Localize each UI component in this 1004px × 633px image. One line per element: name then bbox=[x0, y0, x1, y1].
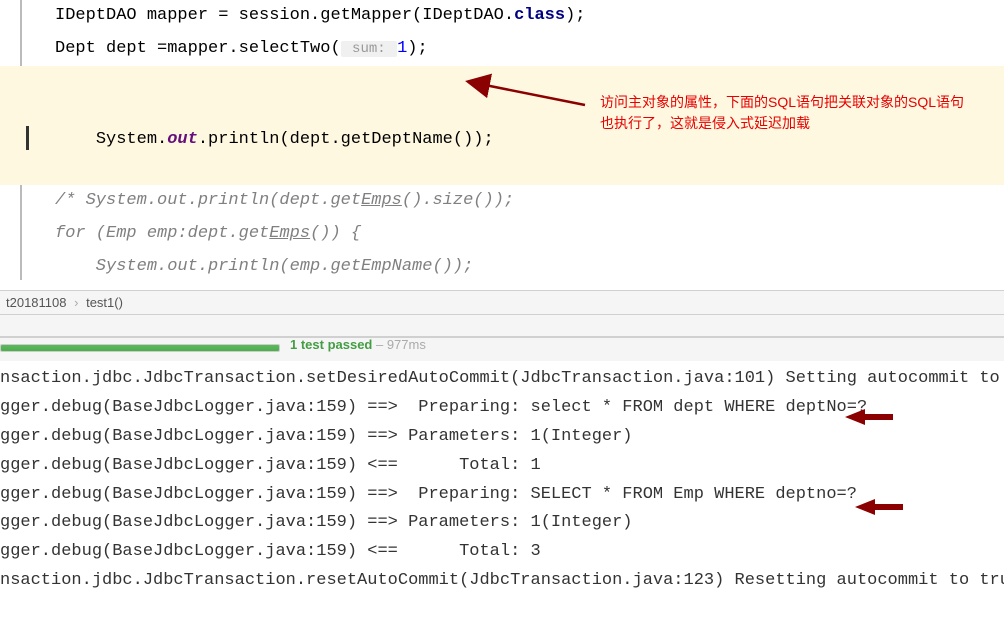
code-text: () bbox=[453, 130, 473, 149]
code-line[interactable]: IDeptDAO mapper = session.getMapper(IDep… bbox=[0, 0, 1004, 33]
cursor bbox=[26, 126, 29, 150]
test-status-text: 1 test passed – 977ms bbox=[290, 337, 426, 352]
field-ref: out bbox=[167, 130, 198, 149]
code-text: ); bbox=[473, 130, 493, 149]
code-line[interactable]: /* System.out.println(dept.getEmps().siz… bbox=[0, 185, 1004, 218]
console-line: nsaction.jdbc.JdbcTransaction.resetAutoC… bbox=[0, 567, 1004, 596]
code-text: ); bbox=[407, 39, 427, 58]
console-line: nsaction.jdbc.JdbcTransaction.setDesired… bbox=[0, 365, 1004, 394]
test-status-bar: 1 test passed – 977ms bbox=[0, 337, 1004, 361]
breadcrumb-separator: › bbox=[74, 295, 78, 310]
console-line: gger.debug(BaseJdbcLogger.java:159) <== … bbox=[0, 538, 1004, 567]
console-line: gger.debug(BaseJdbcLogger.java:159) ==> … bbox=[0, 509, 1004, 538]
test-progress-bar bbox=[0, 344, 280, 352]
annotation-arrow-icon bbox=[455, 70, 595, 110]
code-text: .println(dept.getDeptName bbox=[198, 130, 453, 149]
annotation-arrow-icon bbox=[855, 495, 905, 520]
number-literal: 1 bbox=[397, 39, 407, 58]
console-line: gger.debug(BaseJdbcLogger.java:159) ==> … bbox=[0, 481, 1004, 510]
code-text: ); bbox=[565, 6, 585, 25]
breadcrumb-item[interactable]: test1() bbox=[86, 295, 123, 310]
breadcrumb[interactable]: t20181108 › test1() bbox=[0, 290, 1004, 315]
toolbar-spacer bbox=[0, 315, 1004, 337]
console-output[interactable]: nsaction.jdbc.JdbcTransaction.setDesired… bbox=[0, 361, 1004, 600]
code-line[interactable]: System.out.println(emp.getEmpName()); bbox=[0, 251, 1004, 284]
param-hint: sum: bbox=[341, 41, 397, 57]
test-progress-fill bbox=[1, 345, 279, 351]
code-text: System. bbox=[96, 130, 167, 149]
comment: /* System.out.println(dept.getEmps().siz… bbox=[55, 191, 514, 210]
keyword: class bbox=[514, 6, 565, 25]
code-text: IDeptDAO mapper = session.getMapper(IDep… bbox=[55, 6, 514, 25]
annotation-arrow-icon bbox=[845, 405, 895, 430]
code-line[interactable]: Dept dept =mapper.selectTwo( sum: 1); bbox=[0, 33, 1004, 66]
code-text: Dept dept =mapper.selectTwo( bbox=[55, 39, 341, 58]
comment: System.out.println(emp.getEmpName()); bbox=[55, 257, 473, 276]
breadcrumb-item[interactable]: t20181108 bbox=[6, 295, 67, 310]
code-editor[interactable]: IDeptDAO mapper = session.getMapper(IDep… bbox=[0, 0, 1004, 290]
console-line: gger.debug(BaseJdbcLogger.java:159) <== … bbox=[0, 452, 1004, 481]
comment: for (Emp emp:dept.getEmps()) { bbox=[55, 224, 361, 243]
annotation-text: 访问主对象的属性，下面的SQL语句把关联对象的SQL语句 也执行了，这就是侵入式… bbox=[600, 92, 964, 134]
code-line[interactable]: }*/ bbox=[0, 284, 1004, 290]
code-line[interactable]: for (Emp emp:dept.getEmps()) { bbox=[0, 218, 1004, 251]
